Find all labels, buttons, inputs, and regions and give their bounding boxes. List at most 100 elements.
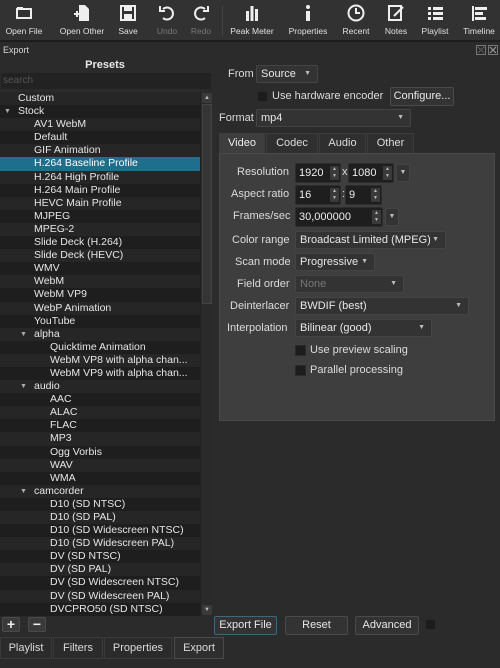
fps-preset-dropdown[interactable]: ▼: [385, 208, 399, 226]
presets-scrollbar[interactable]: ▲ ▼: [200, 92, 212, 616]
preset-tree-item[interactable]: DV (SD Widescreen NTSC): [0, 576, 200, 590]
reset-button[interactable]: Reset: [285, 616, 348, 635]
preset-tree-item[interactable]: Custom: [0, 92, 200, 106]
preset-tree-item[interactable]: FLAC: [0, 419, 200, 433]
scrollbar-thumb[interactable]: [202, 104, 212, 304]
preset-tree-item[interactable]: YouTube: [0, 314, 200, 328]
field-order-select[interactable]: None ▼: [295, 275, 404, 293]
notes-button[interactable]: Notes: [382, 2, 410, 40]
preset-tree-item[interactable]: MP3: [0, 432, 200, 446]
aspect-width-spinbox[interactable]: 16 ▲ ▼: [295, 185, 341, 205]
preset-tree-item[interactable]: DV (SD Widescreen PAL): [0, 589, 200, 603]
save-button[interactable]: Save: [114, 2, 142, 40]
tab-codec[interactable]: Codec: [266, 133, 318, 153]
preset-tree-item[interactable]: Ogg Vorbis: [0, 445, 200, 459]
spin-arrows-icon[interactable]: ▲ ▼: [330, 166, 339, 180]
interpolation-select[interactable]: Bilinear (good) ▼: [295, 319, 432, 337]
preset-tree-item[interactable]: AAC: [0, 393, 200, 407]
close-dock-button[interactable]: [488, 45, 498, 55]
resolution-height-spinbox[interactable]: 1080 ▲ ▼: [348, 163, 394, 183]
redo-button[interactable]: Redo: [188, 2, 214, 40]
preset-tree-item[interactable]: MJPEG: [0, 209, 200, 223]
preset-tree-item[interactable]: ▼ alpha: [0, 327, 200, 341]
preset-tree-item[interactable]: ALAC: [0, 406, 200, 420]
preset-tree-item[interactable]: DVCPRO50 (SD NTSC): [0, 602, 200, 616]
preset-tree-item[interactable]: MPEG-2: [0, 222, 200, 237]
interpolation-label: Interpolation: [227, 322, 288, 334]
tab-filters[interactable]: Filters: [53, 637, 103, 659]
preset-tree-item[interactable]: D10 (SD PAL): [0, 511, 200, 525]
recent-button[interactable]: Recent: [340, 2, 372, 40]
preset-tree-item[interactable]: WebM: [0, 275, 200, 289]
expand-arrow-icon[interactable]: ▼: [20, 328, 27, 341]
from-select[interactable]: Source ▼: [256, 65, 318, 83]
properties-button[interactable]: Properties: [286, 2, 330, 40]
color-range-select[interactable]: Broadcast Limited (MPEG) ▼: [295, 231, 446, 249]
preset-tree-item[interactable]: DV (SD PAL): [0, 563, 200, 577]
preset-tree-item[interactable]: H.264 High Profile: [0, 170, 200, 184]
preview-scaling-checkbox[interactable]: [295, 345, 306, 356]
preset-tree-item[interactable]: D10 (SD Widescreen PAL): [0, 537, 200, 551]
configure-button[interactable]: Configure...: [390, 87, 454, 106]
preset-tree-item[interactable]: H.264 Baseline Profile: [0, 157, 200, 171]
parallel-processing-checkbox[interactable]: [295, 365, 306, 376]
advanced-toggle-checkbox[interactable]: [425, 619, 436, 630]
preset-tree-item[interactable]: Slide Deck (H.264): [0, 236, 200, 250]
preset-tree-item[interactable]: D10 (SD Widescreen NTSC): [0, 524, 200, 538]
preset-tree-item[interactable]: ▼ Stock: [0, 105, 200, 119]
tab-video[interactable]: Video: [219, 133, 265, 154]
tab-export[interactable]: Export: [174, 637, 224, 659]
expand-arrow-icon[interactable]: ▼: [20, 485, 27, 498]
preset-tree-item[interactable]: DV (SD NTSC): [0, 550, 200, 564]
resolution-preset-dropdown[interactable]: ▼: [396, 164, 410, 182]
preset-tree-item[interactable]: ▼ audio: [0, 380, 200, 394]
preset-tree-item[interactable]: WebP Animation: [0, 301, 200, 315]
preset-tree-item[interactable]: H.264 Main Profile: [0, 183, 200, 197]
preset-tree-item[interactable]: WebM VP9: [0, 288, 200, 302]
preset-tree-item[interactable]: HEVC Main Profile: [0, 196, 200, 210]
resolution-width-spinbox[interactable]: 1920 ▲ ▼: [295, 163, 341, 183]
tab-playlist[interactable]: Playlist: [0, 637, 52, 659]
preset-tree-item[interactable]: Quicktime Animation: [0, 340, 200, 354]
preset-tree-item[interactable]: GIF Animation: [0, 144, 200, 158]
scroll-up-icon[interactable]: ▲: [202, 93, 212, 103]
timeline-button[interactable]: Timeline: [460, 2, 498, 40]
preset-tree-item[interactable]: WAV: [0, 458, 200, 472]
preset-tree-item[interactable]: AV1 WebM: [0, 118, 200, 132]
preset-tree-item[interactable]: ▼ camcorder: [0, 484, 200, 498]
scan-mode-select[interactable]: Progressive ▼: [295, 253, 375, 271]
undo-button[interactable]: Undo: [154, 2, 180, 40]
aspect-height-spinbox[interactable]: 9 ▲ ▼: [345, 185, 382, 205]
spin-arrows-icon[interactable]: ▲ ▼: [371, 188, 380, 202]
hardware-encoder-checkbox[interactable]: [257, 91, 268, 102]
expand-arrow-icon[interactable]: ▼: [20, 380, 27, 393]
float-dock-button[interactable]: [476, 45, 486, 55]
spin-arrows-icon[interactable]: ▲ ▼: [383, 166, 392, 180]
advanced-button[interactable]: Advanced: [355, 616, 419, 635]
peak-meter-button[interactable]: Peak Meter: [228, 2, 276, 40]
preset-tree-item[interactable]: WMA: [0, 471, 200, 485]
preset-tree-item[interactable]: Slide Deck (HEVC): [0, 249, 200, 263]
open-other-button[interactable]: Open Other: [56, 2, 108, 40]
preset-tree-item[interactable]: Default: [0, 131, 200, 145]
spin-arrows-icon[interactable]: ▲ ▼: [330, 188, 339, 202]
tab-other[interactable]: Other: [367, 133, 414, 153]
spin-arrows-icon[interactable]: ▲ ▼: [372, 210, 381, 224]
preset-tree-item[interactable]: D10 (SD NTSC): [0, 497, 200, 511]
format-select[interactable]: mp4 ▼: [256, 109, 411, 127]
open-file-button[interactable]: Open File: [4, 2, 44, 40]
tab-properties[interactable]: Properties: [104, 637, 172, 659]
scroll-down-icon[interactable]: ▼: [202, 605, 212, 615]
deinterlacer-select[interactable]: BWDIF (best) ▼: [295, 297, 469, 315]
playlist-button[interactable]: Playlist: [418, 2, 452, 40]
preset-search-input[interactable]: search: [0, 72, 212, 90]
remove-preset-button[interactable]: −: [28, 617, 46, 632]
tab-audio[interactable]: Audio: [319, 133, 366, 153]
preset-tree-item[interactable]: WebM VP8 with alpha chan...: [0, 353, 200, 367]
preset-tree-item[interactable]: WebM VP9 with alpha chan...: [0, 366, 200, 381]
export-file-button[interactable]: Export File: [214, 616, 277, 635]
fps-spinbox[interactable]: 30,000000 ▲ ▼: [295, 207, 383, 227]
expand-arrow-icon[interactable]: ▼: [4, 105, 11, 118]
add-preset-button[interactable]: +: [2, 617, 20, 632]
preset-tree-item[interactable]: WMV: [0, 262, 200, 276]
